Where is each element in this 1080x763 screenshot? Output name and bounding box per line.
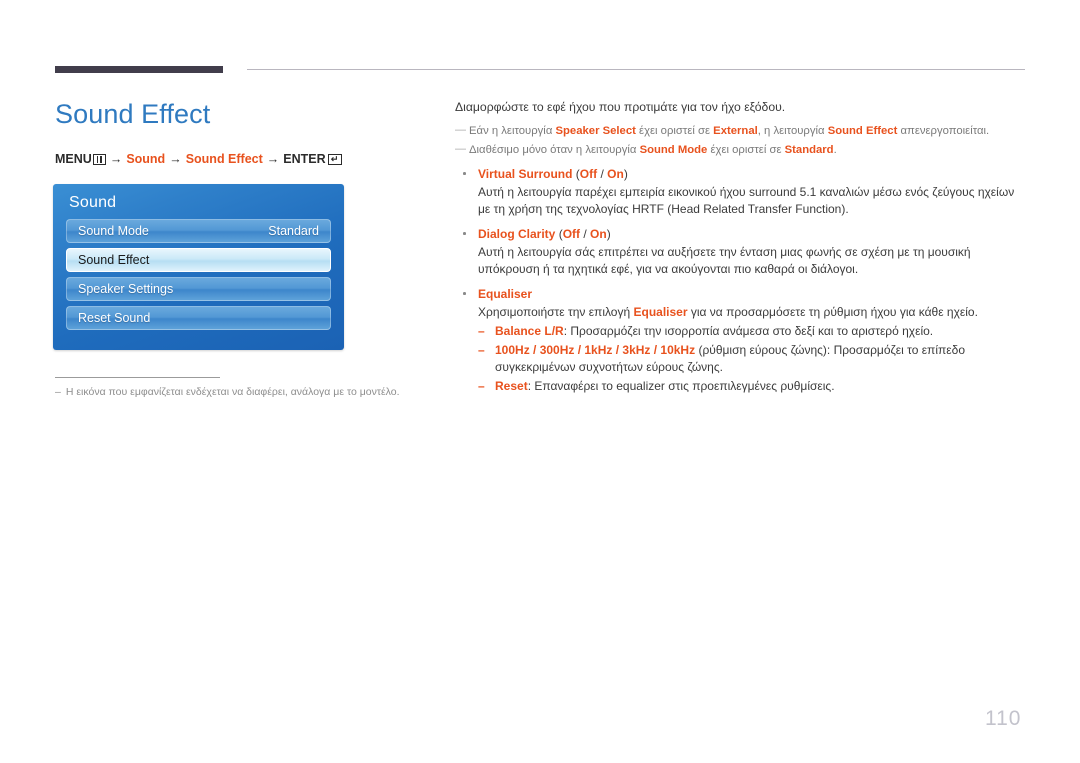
menu-navigation-path: MENU → Sound → Sound Effect → ENTER ↵ (55, 152, 342, 166)
bullet-options: (Off / On) (572, 167, 628, 181)
osd-row-reset-sound[interactable]: Reset Sound (66, 306, 331, 330)
page-title: Sound Effect (55, 99, 211, 129)
sub-bullet-dash-icon: – (478, 343, 485, 357)
paren-close: ) (606, 227, 611, 241)
note-part: . (833, 144, 837, 156)
osd-panel-title: Sound (69, 194, 117, 211)
paren-open: ( (572, 167, 580, 181)
bullet-dot-icon (463, 292, 466, 295)
figure-note-dash: – (55, 386, 61, 398)
note-term-speaker-select: Speaker Select (555, 125, 636, 137)
bullet-virtual-surround: Virtual Surround (Off / On) Αυτή η λειτο… (455, 166, 1027, 218)
option-on: On (590, 227, 607, 241)
option-off: Off (579, 167, 598, 181)
bullet-title: Equaliser (478, 287, 533, 301)
note-part: Εάν η λειτουργία (469, 125, 556, 137)
bullet-dialog-clarity: Dialog Clarity (Off / On) Αυτή η λειτουρ… (455, 226, 1027, 278)
menu-bars-icon (92, 153, 106, 165)
enter-button-label: ENTER (283, 152, 326, 166)
note-part: έχει οριστεί σε (707, 144, 785, 156)
bullet-dot-icon (463, 232, 466, 235)
bullet-dot-icon (463, 172, 466, 175)
note-term-sound-effect: Sound Effect (827, 125, 898, 137)
option-separator: / (580, 227, 591, 241)
sub-item-reset: – Reset: Επαναφέρει το equalizer στις προ… (455, 378, 1027, 395)
osd-row-label: Sound Effect (78, 253, 150, 267)
figure-note-text: Η εικόνα που εμφανίζεται ενδέχεται να δι… (65, 386, 400, 398)
figure-note-divider (55, 377, 220, 378)
osd-menu-panel: Sound Sound Mode Standard Sound Effect S… (53, 184, 344, 350)
note-speaker-select: — Εάν η λειτουργία Speaker Select έχει ορ… (455, 123, 1027, 139)
osd-row-label: Speaker Settings (78, 282, 174, 296)
osd-row-sound-effect[interactable]: Sound Effect (66, 248, 331, 272)
option-separator: / (597, 167, 608, 181)
content-column: Διαμορφώστε το εφέ ήχου που προτιμάτε γι… (455, 99, 1027, 395)
path-step-sound-effect: Sound Effect (185, 152, 263, 166)
osd-row-speaker-settings[interactable]: Speaker Settings (66, 277, 331, 301)
header-accent-bar (55, 66, 223, 73)
intro-text: Διαμορφώστε το εφέ ήχου που προτιμάτε γι… (455, 100, 786, 114)
bullet-title: Dialog Clarity (478, 227, 556, 241)
option-on: On (607, 167, 624, 181)
path-arrow-3: → (266, 152, 280, 166)
sub-item-term: 100Hz / 300Hz / 1kHz / 3kHz / 10kHz (495, 343, 696, 357)
note-part: απενεργοποιείται. (897, 125, 990, 137)
paren-open: ( (555, 227, 563, 241)
note-term-external: External (713, 125, 758, 137)
sub-item-frequency-bands: –100Hz / 300Hz / 1kHz / 3kHz / 10kHz (ρύ… (455, 342, 1027, 376)
note-part: Διαθέσιμο μόνο όταν η λειτουργία (469, 144, 640, 156)
page-number: 110 (985, 707, 1022, 730)
note-sound-mode: — Διαθέσιμο μόνο όταν η λειτουργία Sound … (455, 142, 1027, 158)
osd-row-label: Reset Sound (78, 311, 151, 325)
osd-row-value: Standard (268, 224, 319, 238)
note-marker: — (455, 124, 466, 136)
header-rule (247, 69, 1025, 70)
sub-item-term: Reset (495, 379, 528, 393)
term-equaliser: Equaliser (633, 305, 688, 319)
figure-note: – Η εικόνα που εμφανίζεται ενδέχεται να δ… (55, 386, 475, 398)
sub-item-balance: – Balance L/R: Προσαρμόζει την ισορροπία … (455, 323, 1027, 340)
note-part: , η λειτουργία (757, 125, 828, 137)
bullet-heading: Virtual Surround (Off / On) (455, 166, 1027, 183)
path-arrow-2: → (169, 152, 182, 166)
option-off: Off (562, 227, 581, 241)
bullet-title: Virtual Surround (478, 167, 573, 181)
bullet-description: Χρησιμοποιήστε την επιλογή Equaliser για… (455, 304, 1027, 321)
osd-row-label: Sound Mode (78, 224, 149, 238)
sub-item-text: : Προσαρμόζει την ισορροπία ανάμεσα στο … (563, 324, 934, 338)
path-arrow-1: → (109, 152, 123, 166)
enter-return-icon: ↵ (327, 153, 342, 165)
sub-bullet-dash-icon: – (478, 324, 485, 338)
bullet-heading: Dialog Clarity (Off / On) (455, 226, 1027, 243)
path-step-sound: Sound (126, 152, 166, 166)
desc-part: Χρησιμοποιήστε την επιλογή (478, 305, 634, 319)
paren-close: ) (623, 167, 628, 181)
note-term-standard: Standard (784, 144, 834, 156)
desc-part: για να προσαρμόσετε τη ρύθμιση ήχου για … (687, 305, 978, 319)
bullet-description: Αυτή η λειτουργία παρέχει εμπειρία εικον… (478, 185, 1015, 216)
sub-bullet-dash-icon: – (478, 379, 485, 393)
sub-item-text: : Επαναφέρει το equalizer στις προεπιλεγ… (527, 379, 835, 393)
sub-item-term: Balance L/R (495, 324, 564, 338)
bullet-description: Αυτή η λειτουργία σάς επιτρέπει να αυξήσ… (478, 245, 971, 276)
note-part: έχει οριστεί σε (635, 125, 714, 137)
osd-row-sound-mode[interactable]: Sound Mode Standard (66, 219, 331, 243)
menu-button-label: MENU (55, 152, 92, 166)
note-marker: — (455, 143, 466, 155)
bullet-heading: Equaliser (455, 286, 1027, 303)
bullet-options: (Off / On) (555, 227, 611, 241)
bullet-equaliser: Equaliser Χρησιμοποιήστε την επιλογή Equ… (455, 286, 1027, 395)
note-term-sound-mode: Sound Mode (639, 144, 708, 156)
